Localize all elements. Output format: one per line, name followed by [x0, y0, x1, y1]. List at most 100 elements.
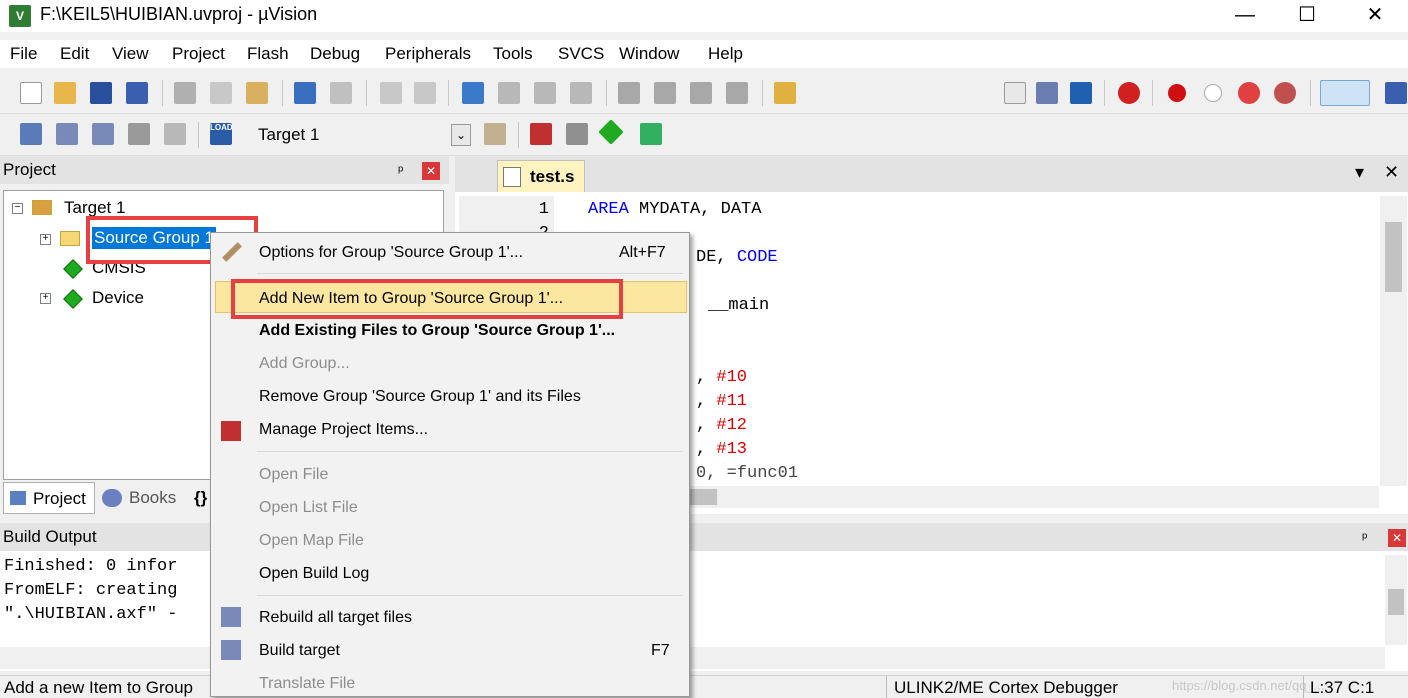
code-line[interactable]: , #10: [696, 368, 747, 387]
code-line[interactable]: 0, =func01: [696, 464, 798, 483]
menu-edit[interactable]: Edit: [60, 44, 89, 64]
nav-back-icon[interactable]: [380, 82, 402, 104]
pack-installer-icon[interactable]: [640, 123, 662, 145]
target-select-value: Target 1: [258, 125, 320, 144]
code-line[interactable]: , #11: [696, 392, 747, 411]
tab-test-s[interactable]: test.s: [497, 160, 585, 192]
kill-breakpoints-icon[interactable]: [1238, 82, 1260, 104]
target-select[interactable]: Target 1 ⌄: [248, 122, 474, 148]
tab-books[interactable]: Books: [98, 482, 186, 514]
scroll-thumb[interactable]: [1385, 222, 1402, 292]
close-icon[interactable]: ✕: [1388, 529, 1406, 547]
build-output-hscrollbar[interactable]: [0, 647, 1385, 669]
menu-debug[interactable]: Debug: [310, 44, 360, 64]
tab-functions[interactable]: {}: [194, 488, 207, 508]
expand-icon[interactable]: +: [40, 293, 51, 304]
incremental-find-icon[interactable]: [1036, 82, 1058, 104]
uncomment-icon[interactable]: [726, 82, 748, 104]
menu-item-remove-group[interactable]: Remove Group 'Source Group 1' and its Fi…: [211, 383, 689, 413]
code-line[interactable]: , #12: [696, 416, 747, 435]
rebuild-icon[interactable]: [92, 123, 114, 145]
close-tab-button[interactable]: ✕: [1384, 162, 1399, 183]
find-in-files-icon[interactable]: [774, 82, 796, 104]
translate-icon[interactable]: [20, 123, 42, 145]
minimize-button[interactable]: —: [1215, 0, 1275, 32]
select-packs-icon[interactable]: [566, 123, 588, 145]
menu-item-open-file[interactable]: Open File: [211, 461, 689, 491]
menu-item-build-target[interactable]: Build target F7: [211, 637, 689, 667]
save-icon[interactable]: [90, 82, 112, 104]
menu-item-open-list-file[interactable]: Open List File: [211, 494, 689, 524]
configure-icon[interactable]: [1385, 82, 1407, 104]
code-line[interactable]: DE, CODE: [696, 248, 778, 267]
menu-item-open-build-log[interactable]: Open Build Log: [211, 560, 689, 590]
code-line[interactable]: __main: [708, 296, 769, 315]
editor-vertical-scrollbar[interactable]: [1380, 196, 1407, 486]
save-all-icon[interactable]: [126, 82, 148, 104]
menu-peripherals[interactable]: Peripherals: [385, 44, 471, 64]
menu-item-open-map-file[interactable]: Open Map File: [211, 527, 689, 557]
next-bookmark-icon[interactable]: [534, 82, 556, 104]
stop-build-icon[interactable]: [164, 123, 186, 145]
tab-project[interactable]: Project: [3, 482, 95, 514]
menu-project[interactable]: Project: [172, 44, 225, 64]
tree-item-target[interactable]: Target 1: [64, 198, 125, 218]
prev-bookmark-icon[interactable]: [498, 82, 520, 104]
menu-file[interactable]: File: [10, 44, 37, 64]
menu-item-manage-project-items[interactable]: Manage Project Items...: [211, 416, 689, 446]
code-line[interactable]: , #13: [696, 440, 747, 459]
menu-help[interactable]: Help: [708, 44, 743, 64]
indent-icon[interactable]: [618, 82, 640, 104]
close-button[interactable]: ✕: [1345, 0, 1405, 32]
window-layout-icon[interactable]: [1320, 80, 1370, 106]
scroll-thumb[interactable]: [689, 489, 717, 505]
expand-icon[interactable]: +: [40, 234, 51, 245]
pin-icon[interactable]: ᵖ: [1362, 529, 1367, 545]
nav-forward-icon[interactable]: [414, 82, 436, 104]
comment-icon[interactable]: [690, 82, 712, 104]
menu-item-add-existing-files[interactable]: Add Existing Files to Group 'Source Grou…: [211, 317, 689, 347]
disable-all-breakpoints-icon[interactable]: [1274, 82, 1296, 104]
close-icon[interactable]: ✕: [422, 162, 440, 180]
debug-session-icon[interactable]: [1118, 82, 1140, 104]
menu-svcs[interactable]: SVCS: [558, 44, 604, 64]
chevron-down-icon[interactable]: ⌄: [451, 124, 471, 146]
maximize-button[interactable]: ☐: [1277, 0, 1337, 32]
find-dropdown-icon[interactable]: [1004, 82, 1026, 104]
redo-icon[interactable]: [330, 82, 352, 104]
load-icon[interactable]: LOAD: [210, 123, 233, 145]
breakpoint-icon[interactable]: [1168, 84, 1186, 102]
menu-view[interactable]: View: [112, 44, 149, 64]
undo-icon[interactable]: [294, 82, 316, 104]
code-line[interactable]: AREA MYDATA, DATA: [588, 200, 761, 219]
tab-list-dropdown[interactable]: ▾: [1355, 162, 1364, 183]
menu-window[interactable]: Window: [619, 44, 679, 64]
build-output-scrollbar[interactable]: [1385, 555, 1407, 645]
menu-item-add-group[interactable]: Add Group...: [211, 350, 689, 380]
menu-flash[interactable]: Flash: [247, 44, 289, 64]
new-file-icon[interactable]: [20, 82, 42, 104]
menu-item-translate-file[interactable]: Translate File: [211, 670, 689, 698]
scroll-thumb[interactable]: [1388, 589, 1404, 615]
paste-icon[interactable]: [246, 82, 268, 104]
manage-project-items-icon[interactable]: [530, 123, 552, 145]
clear-bookmarks-icon[interactable]: [570, 82, 592, 104]
bookmark-icon[interactable]: [462, 82, 484, 104]
unindent-icon[interactable]: [654, 82, 676, 104]
tree-item-device[interactable]: Device: [92, 288, 144, 308]
open-file-icon[interactable]: [54, 82, 76, 104]
find-icon[interactable]: [1070, 82, 1092, 104]
collapse-icon[interactable]: −: [12, 203, 23, 214]
manage-rte-icon[interactable]: [598, 119, 624, 145]
pin-icon[interactable]: ᵖ: [398, 162, 403, 178]
batch-build-icon[interactable]: [128, 123, 150, 145]
toolbar-separator: [518, 122, 519, 148]
menu-item-options-for-group[interactable]: Options for Group 'Source Group 1'... Al…: [211, 235, 689, 269]
disable-breakpoint-icon[interactable]: [1204, 84, 1222, 102]
copy-icon[interactable]: [210, 82, 232, 104]
build-icon[interactable]: [56, 123, 78, 145]
cut-icon[interactable]: [174, 82, 196, 104]
options-for-target-icon[interactable]: [484, 123, 506, 145]
menu-item-rebuild-all[interactable]: Rebuild all target files: [211, 604, 689, 634]
menu-tools[interactable]: Tools: [493, 44, 533, 64]
